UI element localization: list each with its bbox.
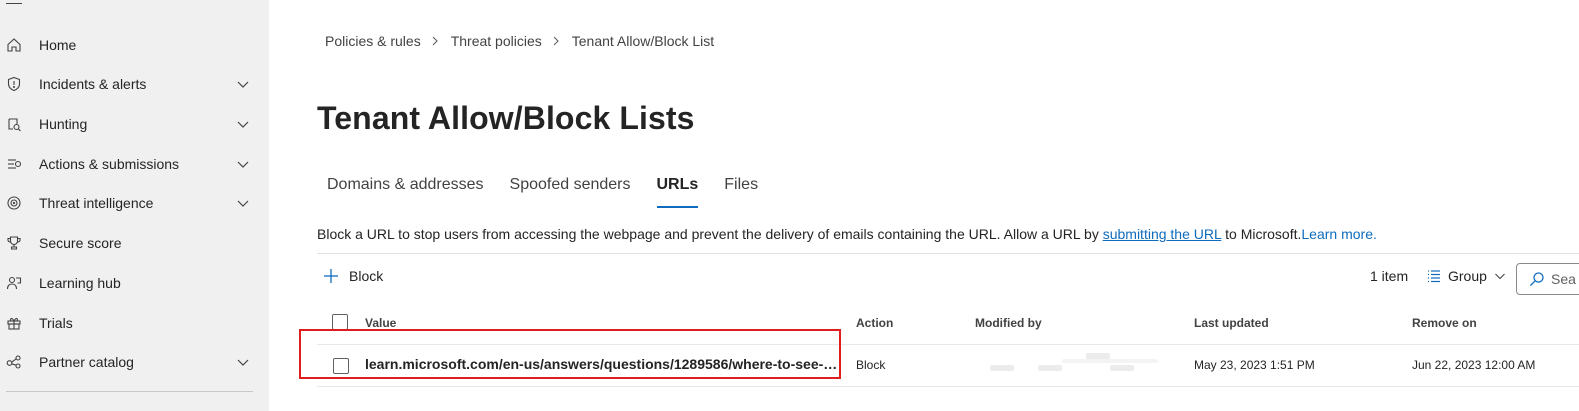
learn-more-link[interactable]: Learn more. [1301, 226, 1376, 242]
column-header-modified-by[interactable]: Modified by [975, 316, 1042, 330]
group-button-label: Group [1448, 268, 1487, 284]
tab-spoofed-senders[interactable]: Spoofed senders [510, 176, 631, 208]
item-count: 1 item [1370, 268, 1409, 284]
sidebar-item-label: Secure score [39, 235, 122, 251]
divider [317, 253, 1579, 254]
tab-bar: Domains & addresses Spoofed senders URLs… [327, 176, 784, 208]
threat-intel-icon [5, 194, 23, 212]
chevron-down-icon[interactable] [236, 355, 250, 369]
breadcrumb-current: Tenant Allow/Block List [571, 33, 715, 49]
block-button-label: Block [349, 268, 384, 284]
group-button[interactable]: Group [1426, 266, 1506, 286]
sidebar-item-partner-catalog[interactable]: Partner catalog [0, 344, 269, 380]
sidebar-item-label: Partner catalog [39, 354, 134, 370]
plus-icon [324, 269, 338, 283]
chevron-down-icon [1495, 273, 1505, 280]
sidebar-item-threat-intelligence[interactable]: Threat intelligence [0, 185, 269, 221]
row-divider [317, 386, 1579, 387]
hamburger-menu-icon[interactable] [6, 0, 24, 8]
sidebar-item-secure-score[interactable]: Secure score [0, 225, 269, 261]
column-header-action[interactable]: Action [856, 316, 893, 330]
description-text: Block a URL to stop users from accessing… [317, 226, 1103, 242]
sidebar-item-learning-hub[interactable]: Learning hub [0, 265, 269, 301]
sidebar-item-hunting[interactable]: Hunting [0, 106, 269, 142]
sidebar-item-trials[interactable]: Trials [0, 305, 269, 341]
partner-icon [5, 353, 23, 371]
tab-urls[interactable]: URLs [656, 176, 698, 208]
tab-domains-addresses[interactable]: Domains & addresses [327, 176, 484, 208]
column-header-last-updated[interactable]: Last updated [1194, 316, 1269, 330]
tab-files[interactable]: Files [724, 176, 758, 208]
chevron-right-icon [431, 36, 441, 46]
block-button[interactable]: Block [323, 266, 383, 286]
breadcrumb-threat-policies[interactable]: Threat policies [451, 33, 542, 49]
sidebar-item-home[interactable]: Home [0, 27, 269, 63]
submitting-url-link[interactable]: submitting the URL [1103, 226, 1222, 242]
home-icon [5, 36, 23, 54]
row-divider [317, 344, 1579, 345]
trophy-icon [5, 234, 23, 252]
page-description: Block a URL to stop users from accessing… [317, 226, 1377, 242]
chevron-down-icon[interactable] [236, 77, 250, 91]
chevron-down-icon[interactable] [236, 196, 250, 210]
sidebar: Home Incidents & alerts Hunting Actions … [0, 0, 269, 411]
sidebar-item-label: Learning hub [39, 275, 121, 291]
row-last-updated: May 23, 2023 1:51 PM [1194, 358, 1315, 372]
search-placeholder: Sea [1551, 271, 1576, 287]
column-header-value[interactable]: Value [365, 316, 396, 330]
select-all-checkbox[interactable] [332, 314, 348, 330]
chevron-right-icon [552, 36, 562, 46]
gift-icon [5, 314, 23, 332]
row-remove-on: Jun 22, 2023 12:00 AM [1412, 358, 1536, 372]
sidebar-item-actions-submissions[interactable]: Actions & submissions [0, 146, 269, 182]
sidebar-divider [6, 391, 253, 392]
column-header-remove-on[interactable]: Remove on [1412, 316, 1477, 330]
sidebar-item-label: Actions & submissions [39, 156, 180, 172]
actions-icon [5, 155, 23, 173]
sidebar-item-label: Threat intelligence [39, 195, 154, 211]
description-text-end: to Microsoft. [1221, 226, 1302, 242]
search-input[interactable]: Sea [1516, 263, 1579, 295]
list-icon [1428, 270, 1440, 283]
row-action: Block [856, 358, 886, 372]
page-title: Tenant Allow/Block Lists [317, 100, 695, 136]
sidebar-item-label: Home [39, 37, 77, 53]
chevron-down-icon[interactable] [236, 157, 250, 171]
breadcrumb-policies-rules[interactable]: Policies & rules [325, 33, 421, 49]
search-icon [1530, 272, 1544, 286]
sidebar-item-label: Hunting [39, 116, 88, 132]
chevron-down-icon[interactable] [236, 117, 250, 131]
sidebar-item-incidents-alerts[interactable]: Incidents & alerts [0, 66, 269, 102]
sidebar-item-label: Incidents & alerts [39, 76, 147, 92]
hunting-icon [5, 115, 23, 133]
sidebar-item-label: Trials [39, 315, 73, 331]
row-value-url[interactable]: learn.microsoft.com/en-us/answers/questi… [365, 356, 845, 372]
shield-icon [5, 75, 23, 93]
learning-icon [5, 274, 23, 292]
breadcrumb: Policies & rules Threat policies Tenant … [325, 33, 714, 49]
row-checkbox[interactable] [333, 358, 349, 374]
